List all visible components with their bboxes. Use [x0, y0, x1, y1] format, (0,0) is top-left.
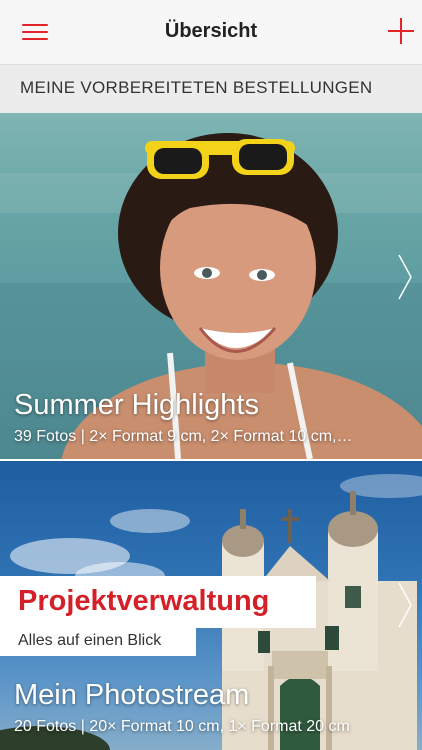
page-title: Übersicht [164, 20, 258, 42]
navigation-bar: Übersicht [0, 0, 422, 65]
promo-subline: Alles auf einen Blick [0, 628, 196, 656]
promo-headline: Projektverwaltung [0, 576, 316, 628]
section-header: MEINE VORBEREITETEN BESTELLUNGEN [0, 65, 422, 113]
add-icon[interactable] [388, 18, 414, 44]
chevron-right-icon[interactable] [396, 581, 414, 629]
promo-banner: Projektverwaltung Alles auf einen Blick [0, 576, 316, 656]
order-card-summer-highlights[interactable]: Summer Highlights 39 Fotos | 2× Format 9… [0, 113, 422, 459]
order-title: Mein Photostream [14, 679, 250, 711]
order-details: 20 Fotos | 20× Format 10 cm, 1× Format 2… [14, 718, 350, 735]
chevron-right-icon[interactable] [396, 253, 414, 301]
order-title: Summer Highlights [14, 389, 259, 421]
order-details: 39 Fotos | 2× Format 9 cm, 2× Format 10 … [14, 428, 353, 445]
